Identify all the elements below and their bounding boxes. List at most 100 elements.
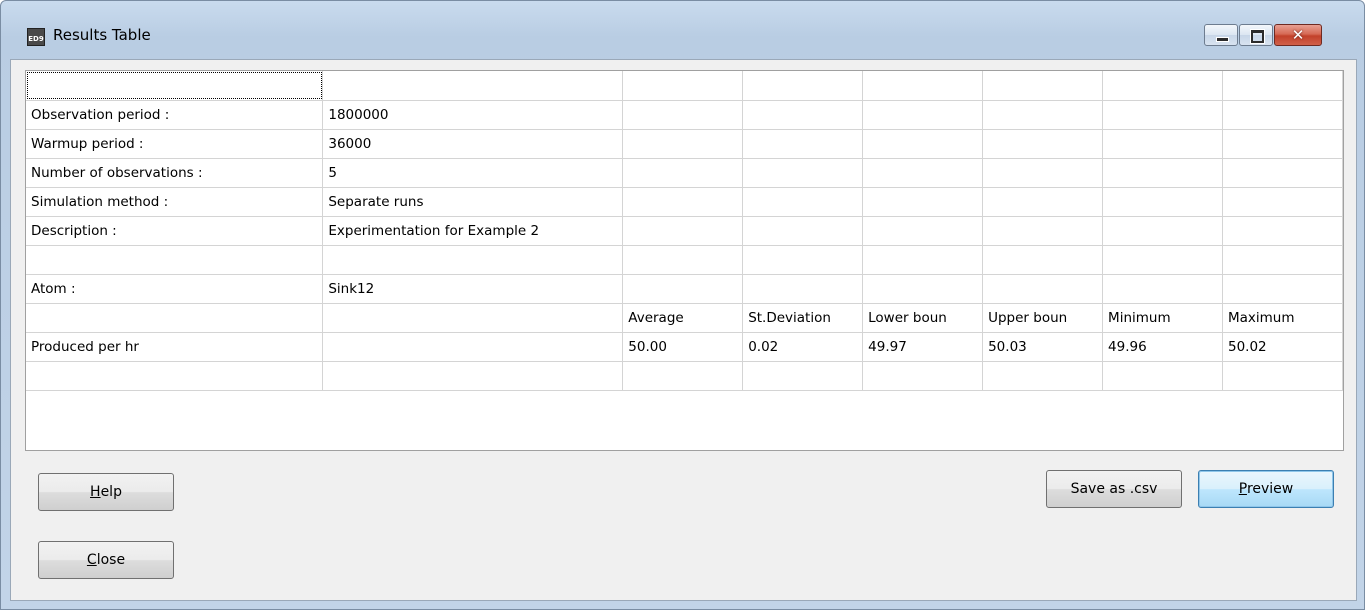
- minimize-button[interactable]: [1204, 24, 1238, 46]
- table-cell[interactable]: [862, 158, 984, 188]
- title-bar[interactable]: ED9 Results Table ✕: [1, 1, 1364, 59]
- table-cell[interactable]: Upper boun: [982, 303, 1104, 333]
- table-cell[interactable]: [622, 245, 744, 275]
- table-cell[interactable]: St.Deviation: [742, 303, 864, 333]
- close-icon: ✕: [1291, 26, 1305, 44]
- table-cell[interactable]: [862, 361, 984, 391]
- table-cell[interactable]: [1222, 361, 1343, 391]
- table-cell[interactable]: 36000: [322, 129, 624, 159]
- table-cell[interactable]: [322, 332, 624, 362]
- table-cell[interactable]: [1222, 71, 1343, 101]
- maximize-button[interactable]: [1239, 24, 1273, 46]
- table-cell[interactable]: [742, 187, 864, 217]
- table-cell[interactable]: [862, 187, 984, 217]
- table-cell[interactable]: 50.00: [622, 332, 744, 362]
- table-cell[interactable]: [742, 245, 864, 275]
- table-cell[interactable]: [1222, 158, 1343, 188]
- table-cell[interactable]: [742, 100, 864, 130]
- table-cell[interactable]: [1102, 245, 1223, 275]
- table-cell[interactable]: [982, 100, 1104, 130]
- table-cell[interactable]: [742, 274, 864, 304]
- table-cell[interactable]: [862, 245, 984, 275]
- table-cell[interactable]: 0.02: [742, 332, 864, 362]
- table-cell[interactable]: Separate runs: [322, 187, 624, 217]
- table-cell[interactable]: [742, 71, 864, 101]
- table-cell[interactable]: [1102, 71, 1223, 101]
- table-cell[interactable]: [982, 361, 1104, 391]
- table-cell[interactable]: [1102, 158, 1223, 188]
- table-cell[interactable]: Average: [622, 303, 744, 333]
- table-cell[interactable]: [1102, 100, 1223, 130]
- close-button[interactable]: Close: [38, 541, 174, 579]
- table-cell[interactable]: [622, 100, 744, 130]
- table-cell[interactable]: [742, 158, 864, 188]
- table-cell[interactable]: 50.03: [982, 332, 1104, 362]
- table-cell[interactable]: [622, 158, 744, 188]
- table-cell[interactable]: [322, 303, 624, 333]
- table-cell[interactable]: 49.96: [1102, 332, 1223, 362]
- table-cell[interactable]: [742, 361, 864, 391]
- table-cell[interactable]: [1102, 129, 1223, 159]
- table-row: [26, 361, 1343, 391]
- table-cell[interactable]: [982, 245, 1104, 275]
- table-cell[interactable]: [1222, 100, 1343, 130]
- table-cell[interactable]: [322, 71, 624, 101]
- results-grid[interactable]: Observation period :1800000 Warmup period…: [25, 70, 1344, 451]
- table-cell[interactable]: Lower boun: [862, 303, 984, 333]
- table-cell[interactable]: [1222, 245, 1343, 275]
- table-cell[interactable]: [622, 129, 744, 159]
- table-cell[interactable]: [1222, 216, 1343, 246]
- table-cell[interactable]: 5: [322, 158, 624, 188]
- save-as-csv-button[interactable]: Save as .csv: [1046, 470, 1182, 508]
- table-cell[interactable]: [862, 100, 984, 130]
- table-cell[interactable]: [982, 274, 1104, 304]
- table-cell[interactable]: [1102, 274, 1223, 304]
- app-icon[interactable]: ED9: [27, 28, 45, 46]
- table-cell[interactable]: [1102, 187, 1223, 217]
- table-cell[interactable]: [1222, 129, 1343, 159]
- help-button[interactable]: Help: [38, 473, 174, 511]
- table-cell[interactable]: [26, 245, 324, 275]
- table-cell[interactable]: [862, 274, 984, 304]
- table-cell[interactable]: [862, 129, 984, 159]
- table-cell[interactable]: [622, 187, 744, 217]
- table-cell[interactable]: Observation period :: [26, 100, 324, 130]
- table-cell[interactable]: [862, 216, 984, 246]
- table-cell[interactable]: [982, 216, 1104, 246]
- table-cell[interactable]: Minimum: [1102, 303, 1223, 333]
- table-cell[interactable]: 1800000: [322, 100, 624, 130]
- table-cell[interactable]: Sink12: [322, 274, 624, 304]
- table-cell[interactable]: Produced per hr: [26, 332, 324, 362]
- table-cell[interactable]: Warmup period :: [26, 129, 324, 159]
- preview-button[interactable]: Preview: [1198, 470, 1334, 508]
- table-cell[interactable]: [862, 71, 984, 101]
- table-cell[interactable]: Experimentation for Example 2: [322, 216, 624, 246]
- table-cell[interactable]: [982, 158, 1104, 188]
- table-cell[interactable]: [322, 361, 624, 391]
- table-cell[interactable]: Atom :: [26, 274, 324, 304]
- table-cell[interactable]: Description :: [26, 216, 324, 246]
- table-cell[interactable]: [1102, 216, 1223, 246]
- table-cell[interactable]: [322, 245, 624, 275]
- table-cell[interactable]: [982, 187, 1104, 217]
- table-cell[interactable]: [26, 303, 324, 333]
- close-window-button[interactable]: ✕: [1274, 24, 1322, 46]
- table-cell[interactable]: [1222, 187, 1343, 217]
- table-cell[interactable]: Number of observations :: [26, 158, 324, 188]
- table-cell[interactable]: [1222, 274, 1343, 304]
- table-cell[interactable]: [982, 129, 1104, 159]
- table-cell[interactable]: [622, 71, 744, 101]
- table-cell[interactable]: 50.02: [1222, 332, 1343, 362]
- table-cell[interactable]: [1102, 361, 1223, 391]
- table-cell[interactable]: [982, 71, 1104, 101]
- table-cell[interactable]: [26, 71, 324, 101]
- table-cell[interactable]: [622, 361, 744, 391]
- table-cell[interactable]: [26, 361, 324, 391]
- table-cell[interactable]: [622, 216, 744, 246]
- table-cell[interactable]: Simulation method :: [26, 187, 324, 217]
- table-cell[interactable]: Maximum: [1222, 303, 1343, 333]
- table-cell[interactable]: [742, 129, 864, 159]
- table-cell[interactable]: 49.97: [862, 332, 984, 362]
- table-cell[interactable]: [622, 274, 744, 304]
- table-cell[interactable]: [742, 216, 864, 246]
